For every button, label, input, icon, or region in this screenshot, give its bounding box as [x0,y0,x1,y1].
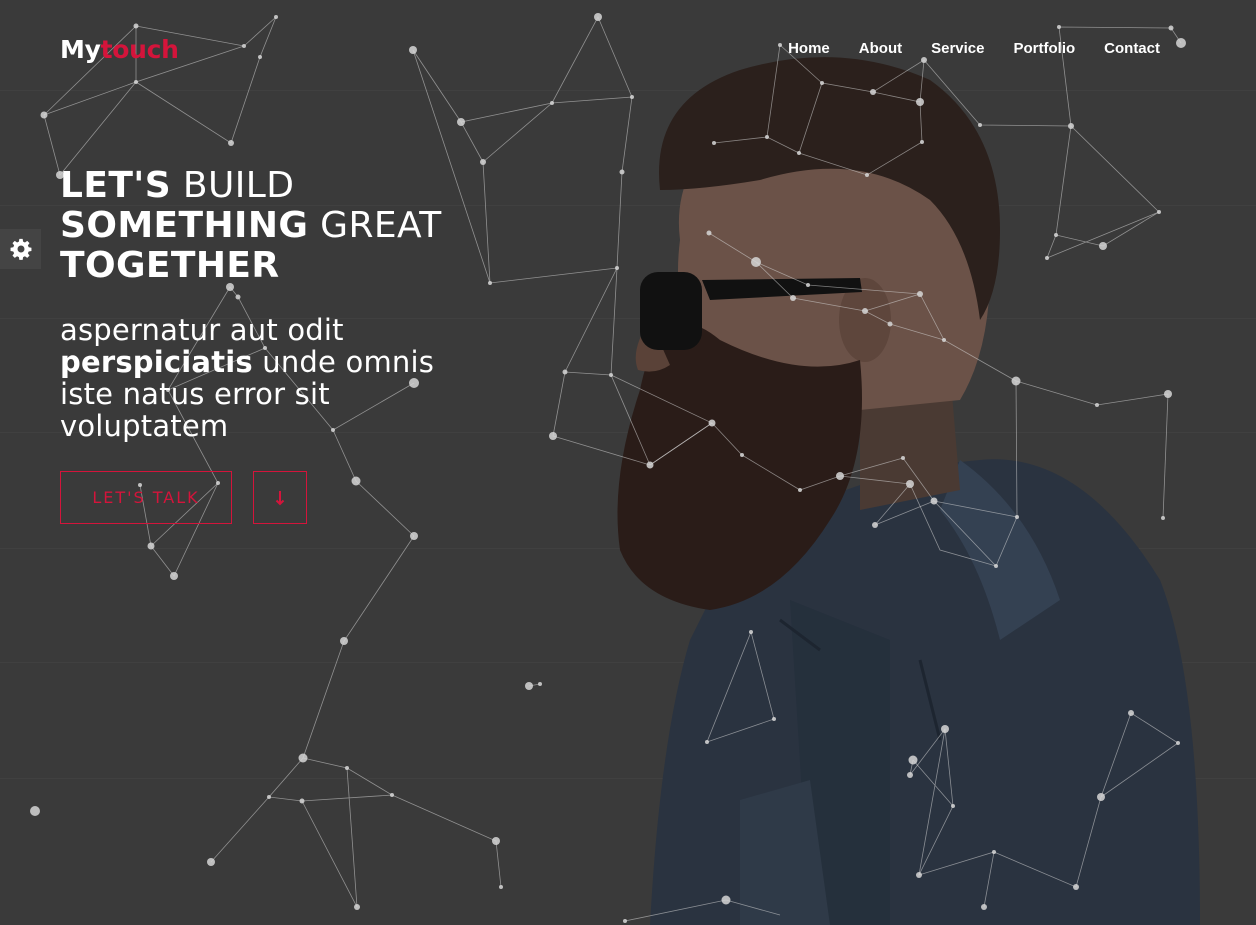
nav-link-portfolio[interactable]: Portfolio [1014,38,1076,60]
main-navigation: Home About Service Portfolio Contact [788,38,1160,60]
settings-toggle-button[interactable] [0,229,41,269]
headline-word: BUILD [171,165,295,206]
network-pattern [30,13,1186,923]
subtitle-emphasis: perspiciatis [60,345,253,379]
logo-text-accent: touch [100,35,179,64]
logo-text-main: My [60,35,101,64]
hero-section [0,0,1256,925]
site-logo[interactable]: Mytouch [60,33,179,67]
headline-word: TOGETHER [60,245,280,286]
nav-link-about[interactable]: About [859,38,902,60]
hero-headline: LET'S BUILD SOMETHING GREAT TOGETHER [60,166,442,286]
nav-link-service[interactable]: Service [931,38,984,60]
subtitle-text: aspernatur aut odit [60,313,344,347]
nav-link-contact[interactable]: Contact [1104,38,1160,60]
headline-word: LET'S [60,165,172,206]
hero-subtitle: aspernatur aut odit perspiciatis unde om… [60,314,440,442]
scroll-down-button[interactable] [253,471,307,524]
headline-word: SOMETHING [60,205,309,246]
nav-link-home[interactable]: Home [788,38,830,60]
network-nodes [30,13,1186,923]
headline-word: GREAT [308,205,442,246]
gear-icon [10,238,31,260]
lets-talk-button[interactable]: LET'S TALK [60,471,232,524]
network-lines [43,16,1182,922]
arrow-down-icon [275,490,285,505]
